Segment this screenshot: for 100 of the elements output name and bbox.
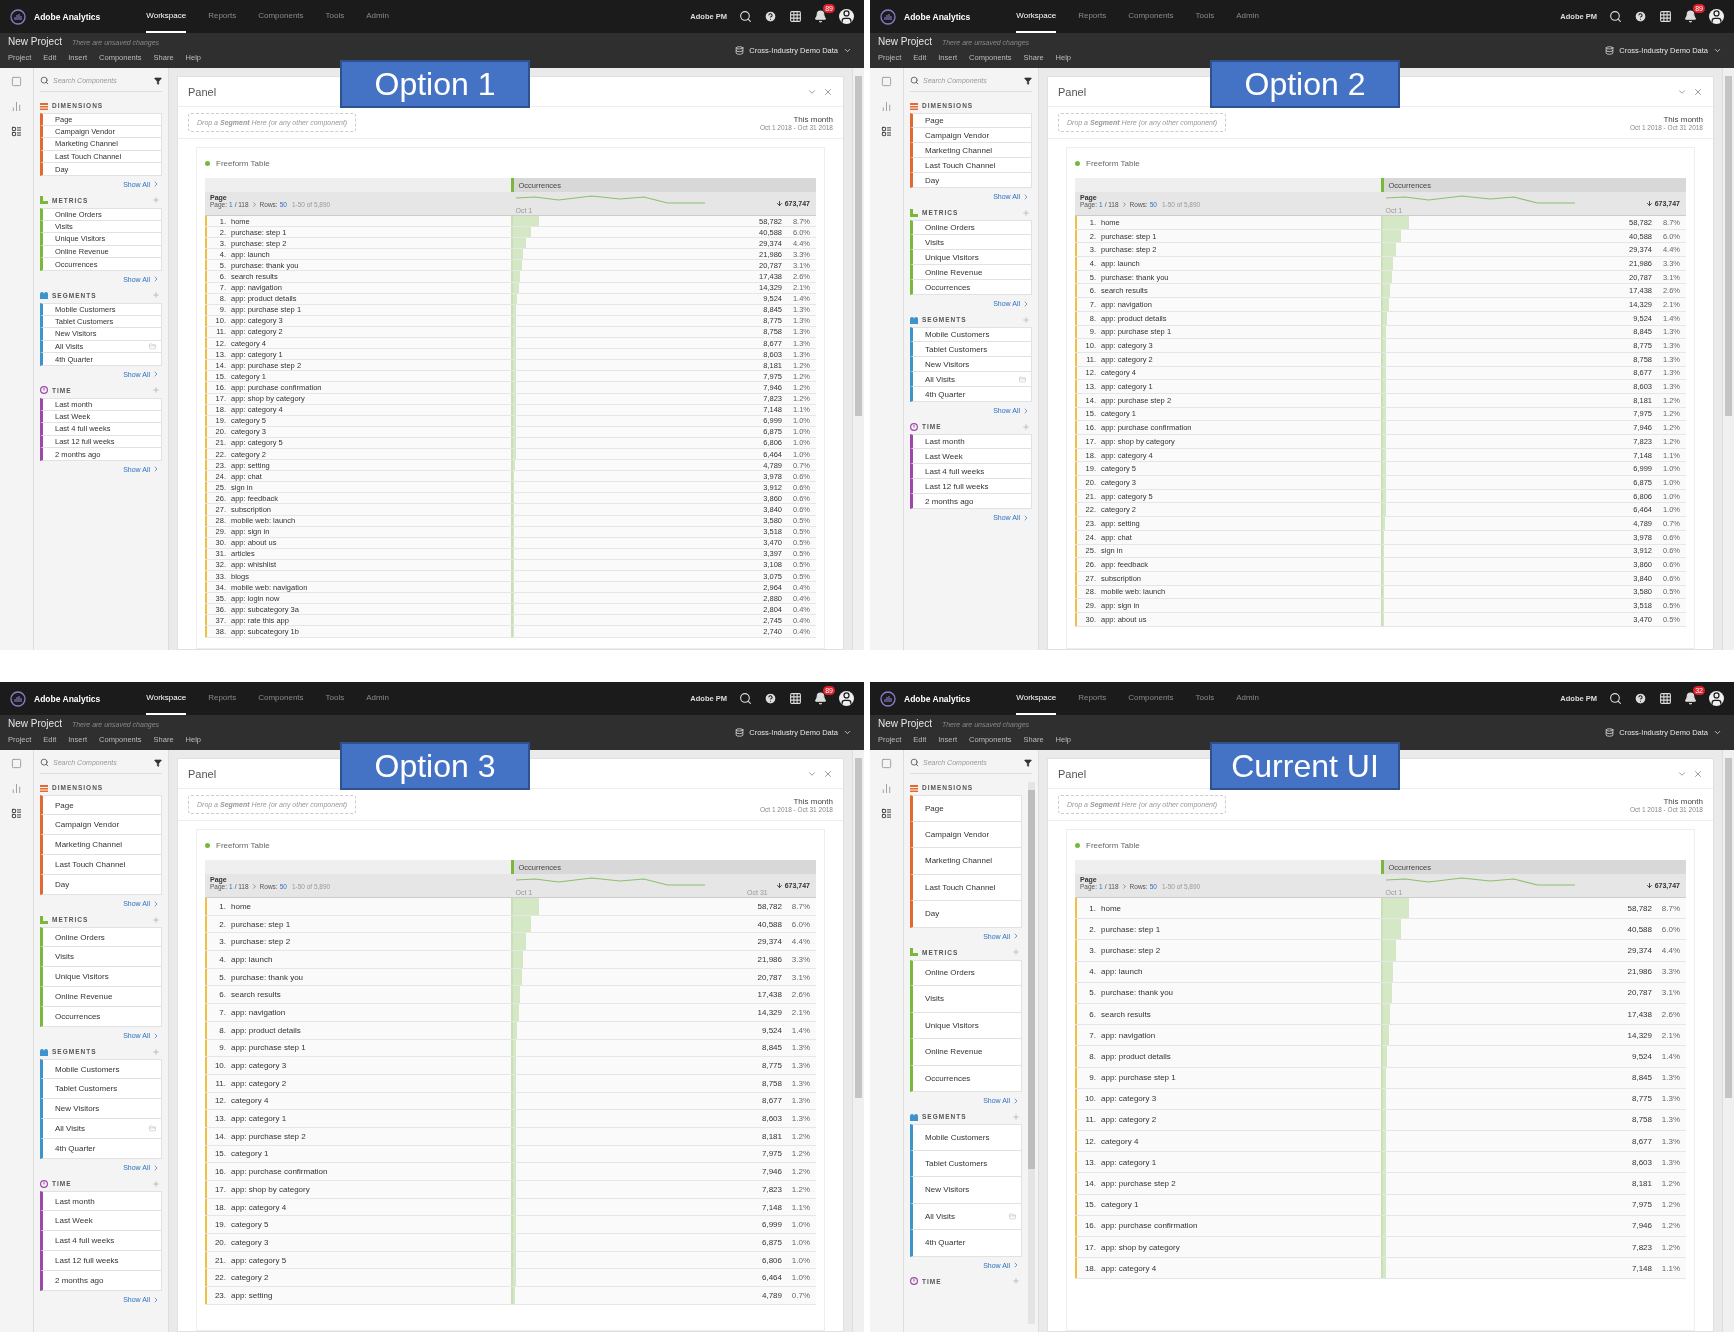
page-name[interactable]: app: shop by category bbox=[231, 1184, 310, 1194]
help-icon[interactable] bbox=[1634, 10, 1647, 23]
page-name[interactable]: category 5 bbox=[231, 1220, 269, 1230]
nav-tab[interactable]: Tools bbox=[325, 682, 345, 715]
component-item[interactable]: Page bbox=[40, 795, 162, 815]
scrollbar[interactable] bbox=[1722, 750, 1734, 1332]
nav-tab[interactable]: Admin bbox=[366, 682, 389, 715]
component-item[interactable]: All Visits bbox=[40, 1119, 162, 1139]
component-item[interactable]: Online Orders bbox=[910, 220, 1032, 235]
component-item[interactable]: Campaign Vendor bbox=[910, 128, 1032, 143]
add-icon[interactable] bbox=[152, 196, 160, 205]
page-name[interactable]: app: category 3 bbox=[231, 1061, 287, 1071]
component-item[interactable]: Unique Visitors bbox=[910, 1012, 1022, 1039]
panel-icon[interactable] bbox=[11, 758, 22, 769]
apps-grid-icon[interactable] bbox=[1659, 692, 1672, 705]
scrollbar[interactable] bbox=[1722, 68, 1734, 650]
nav-tab[interactable]: Admin bbox=[366, 0, 389, 33]
component-item[interactable]: All Visits bbox=[910, 372, 1032, 387]
page-name[interactable]: category 3 bbox=[231, 1237, 269, 1247]
nav-tab[interactable]: Components bbox=[258, 0, 304, 33]
component-item[interactable]: 4th Quarter bbox=[910, 1230, 1022, 1257]
chart-icon[interactable] bbox=[881, 101, 892, 112]
date-range-title[interactable]: This month bbox=[793, 114, 833, 124]
component-item[interactable]: Tablet Customers bbox=[910, 342, 1032, 357]
component-item[interactable]: Day bbox=[40, 875, 162, 895]
page-name[interactable]: search results bbox=[1101, 1009, 1151, 1019]
components-icon[interactable] bbox=[11, 808, 22, 819]
panel-icon[interactable] bbox=[881, 758, 892, 769]
add-icon[interactable] bbox=[152, 1047, 160, 1056]
page-name[interactable]: app: product details bbox=[1101, 1051, 1171, 1061]
component-item[interactable]: Last 4 full weeks bbox=[910, 464, 1032, 479]
component-item[interactable]: New Visitors bbox=[40, 1099, 162, 1119]
add-icon[interactable] bbox=[1022, 315, 1030, 324]
panel-icon[interactable] bbox=[881, 76, 892, 87]
add-icon[interactable] bbox=[152, 915, 160, 924]
component-item[interactable]: Marketing Channel bbox=[910, 848, 1022, 875]
close-icon[interactable] bbox=[823, 768, 833, 779]
notifications-icon[interactable] bbox=[1684, 10, 1697, 23]
notifications-icon[interactable] bbox=[1684, 692, 1697, 705]
next-page-icon[interactable] bbox=[1120, 883, 1128, 890]
component-item[interactable]: New Visitors bbox=[910, 1177, 1022, 1204]
page-name[interactable]: app: purchase step 2 bbox=[231, 1131, 306, 1141]
next-page-icon[interactable] bbox=[1120, 201, 1128, 208]
component-item[interactable]: Tablet Customers bbox=[40, 1079, 162, 1099]
page-name[interactable]: app: purchase confirmation bbox=[1101, 1221, 1198, 1231]
chart-icon[interactable] bbox=[11, 101, 22, 112]
component-item[interactable]: Page bbox=[910, 795, 1022, 822]
components-icon[interactable] bbox=[11, 126, 22, 137]
component-item[interactable]: Online Revenue bbox=[910, 1039, 1022, 1066]
component-item[interactable]: Last 12 full weeks bbox=[40, 1251, 162, 1271]
component-item[interactable]: Visits bbox=[910, 986, 1022, 1013]
avatar-icon[interactable] bbox=[1709, 691, 1724, 706]
date-range-title[interactable]: This month bbox=[1663, 114, 1703, 124]
components-icon[interactable] bbox=[881, 126, 892, 137]
help-icon[interactable] bbox=[1634, 692, 1647, 705]
help-icon[interactable] bbox=[764, 692, 777, 705]
component-item[interactable]: Online Orders bbox=[910, 959, 1022, 986]
component-item[interactable]: Page bbox=[910, 113, 1032, 128]
search-icon[interactable] bbox=[1609, 10, 1622, 23]
page-name[interactable]: app: setting bbox=[231, 1290, 273, 1300]
page-name[interactable]: category 1 bbox=[1101, 1200, 1139, 1210]
component-item[interactable]: Mobile Customers bbox=[910, 327, 1032, 342]
notifications-icon[interactable] bbox=[814, 692, 827, 705]
component-item[interactable]: Online Revenue bbox=[910, 265, 1032, 280]
component-item[interactable]: Day bbox=[910, 173, 1032, 188]
component-item[interactable]: Unique Visitors bbox=[40, 967, 162, 987]
nav-tab[interactable]: Admin bbox=[1236, 682, 1259, 715]
scrollbar[interactable] bbox=[852, 750, 864, 1332]
component-item[interactable]: Unique Visitors bbox=[910, 250, 1032, 265]
component-item[interactable]: 4th Quarter bbox=[910, 387, 1032, 402]
page-name[interactable]: app: purchase step 1 bbox=[231, 1043, 306, 1053]
add-icon[interactable] bbox=[152, 291, 160, 300]
component-item[interactable]: Last month bbox=[910, 434, 1032, 449]
page-name[interactable]: category 4 bbox=[1101, 1136, 1139, 1146]
nav-tab[interactable]: Components bbox=[258, 682, 304, 715]
component-item[interactable]: Occurrences bbox=[910, 280, 1032, 295]
page-name[interactable]: category 1 bbox=[231, 1149, 269, 1159]
add-icon[interactable] bbox=[1022, 208, 1030, 217]
component-item[interactable]: 4th Quarter bbox=[40, 1139, 162, 1159]
avatar-icon[interactable] bbox=[839, 691, 854, 706]
component-item[interactable]: All Visits bbox=[910, 1203, 1022, 1230]
component-item[interactable]: Last Touch Channel bbox=[910, 874, 1022, 901]
page-name[interactable]: app: category 4 bbox=[231, 1202, 287, 1212]
filter-icon[interactable] bbox=[1024, 76, 1032, 85]
component-item[interactable]: Online Orders bbox=[40, 927, 162, 947]
component-item[interactable]: 2 months ago bbox=[40, 1271, 162, 1291]
page-name[interactable]: app: category 3 bbox=[1101, 1094, 1157, 1104]
component-item[interactable]: Occurrences bbox=[40, 1007, 162, 1027]
component-item[interactable]: Occurrences bbox=[910, 1065, 1022, 1092]
page-name[interactable]: search results bbox=[231, 990, 281, 1000]
page-name[interactable]: purchase: step 2 bbox=[1101, 945, 1161, 955]
page-name[interactable]: app: launch bbox=[1101, 967, 1143, 977]
page-name[interactable]: home bbox=[1101, 903, 1121, 913]
nav-tab[interactable]: Components bbox=[1128, 682, 1174, 715]
component-item[interactable]: Last 4 full weeks bbox=[40, 1231, 162, 1251]
panel-icon[interactable] bbox=[11, 76, 22, 87]
add-icon[interactable] bbox=[152, 1179, 160, 1188]
filter-icon[interactable] bbox=[154, 76, 162, 85]
component-item[interactable]: Last Touch Channel bbox=[910, 158, 1032, 173]
apps-grid-icon[interactable] bbox=[789, 692, 802, 705]
